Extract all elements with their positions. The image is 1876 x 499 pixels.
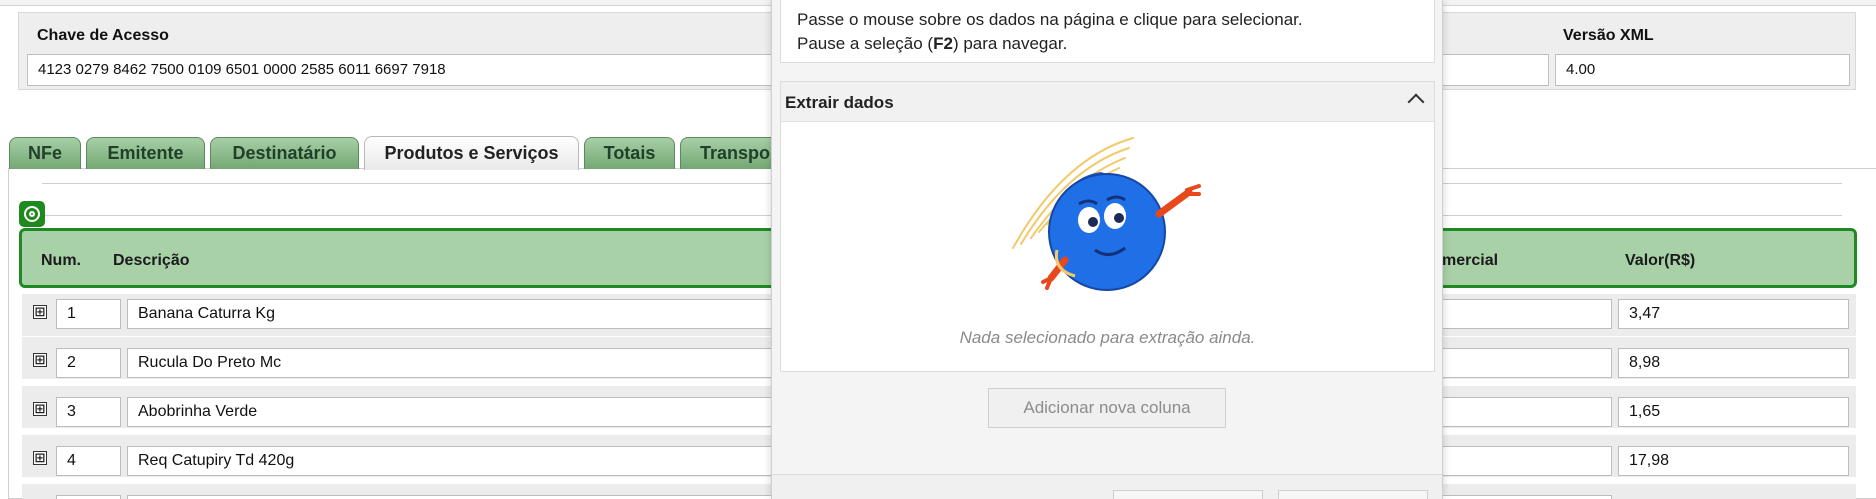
col-header-valor-comercial[interactable]: mercial <box>1442 252 1498 270</box>
row-num-cell[interactable]: 1 <box>56 299 121 329</box>
expand-row-icon[interactable]: ⊞ <box>33 402 47 416</box>
xml-version-field[interactable]: 4.00 <box>1555 54 1850 86</box>
extract-data-title: Extrair dados <box>785 93 894 112</box>
row-num-cell[interactable]: 3 <box>56 397 121 427</box>
row-valor-cell[interactable]: 17,98 <box>1618 446 1849 476</box>
row-valor-cell[interactable]: 1,65 <box>1618 397 1849 427</box>
extract-data-section: Extrair dados Nada selecionado para extr… <box>780 81 1435 372</box>
xml-version-label: Versão XML <box>1563 27 1654 44</box>
tab-nfe[interactable]: NFe <box>9 137 81 169</box>
row-num-cell[interactable]: 2 <box>56 348 121 378</box>
tab-produtos-servicos[interactable]: Produtos e Serviços <box>364 136 579 170</box>
expand-row-icon[interactable]: ⊞ <box>33 305 47 319</box>
data-extraction-panel: Passe o mouse sobre os dados na página e… <box>771 0 1443 499</box>
footer-button[interactable] <box>1113 490 1263 499</box>
row-num-cell[interactable] <box>56 495 121 499</box>
expand-row-icon[interactable]: ⊞ <box>33 451 47 465</box>
tab-destinatario[interactable]: Destinatário <box>210 137 359 169</box>
col-header-valor[interactable]: Valor(R$) <box>1625 252 1695 270</box>
row-num-cell[interactable]: 4 <box>56 446 121 476</box>
expand-row-icon[interactable]: ⊞ <box>33 353 47 367</box>
chevron-up-icon[interactable] <box>1407 93 1425 111</box>
access-key-label: Chave de Acesso <box>37 27 169 44</box>
instruction-line-2: Pause a seleção (F2) para navegar. <box>797 34 1068 53</box>
tab-totais[interactable]: Totais <box>584 137 675 169</box>
extract-data-header[interactable]: Extrair dados <box>781 82 1434 122</box>
footer-button[interactable] <box>1278 490 1428 499</box>
target-icon[interactable] <box>19 201 45 227</box>
col-header-num[interactable]: Num. <box>41 252 81 270</box>
tab-emitente[interactable]: Emitente <box>86 137 205 169</box>
row-valor-cell[interactable]: 3,47 <box>1618 299 1849 329</box>
shortcut-key: F2 <box>933 34 953 53</box>
access-key-field-right[interactable] <box>1436 54 1549 86</box>
add-column-button[interactable]: Adicionar nova coluna <box>988 388 1226 428</box>
mascot-illustration <box>1012 137 1201 291</box>
row-valor-cell[interactable]: 8,98 <box>1618 348 1849 378</box>
instructions-box: Passe o mouse sobre os dados na página e… <box>780 0 1435 63</box>
col-header-descricao[interactable]: Descrição <box>113 252 190 270</box>
instruction-line-1: Passe o mouse sobre os dados na página e… <box>797 10 1303 29</box>
empty-selection-message: Nada selecionado para extração ainda. <box>959 328 1256 347</box>
